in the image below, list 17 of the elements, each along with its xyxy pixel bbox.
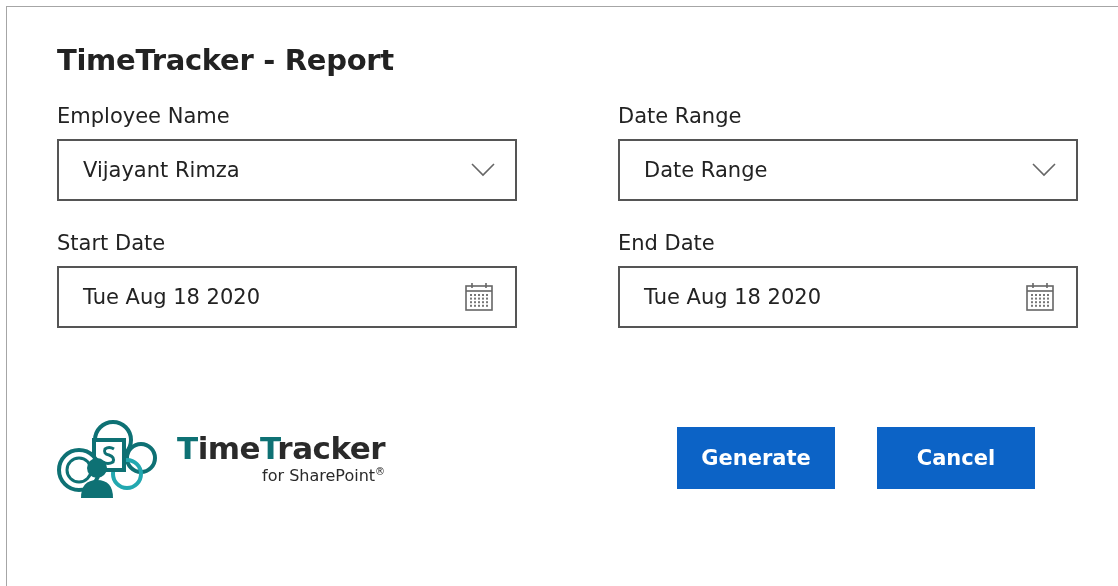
calendar-icon bbox=[463, 281, 495, 313]
field-label: Employee Name bbox=[57, 103, 230, 129]
date-field[interactable]: Tue Aug 18 2020 bbox=[618, 266, 1078, 328]
chevron-down-icon bbox=[1032, 163, 1056, 177]
logo-title: TimeTracker bbox=[177, 430, 386, 467]
generate-button[interactable]: Generate bbox=[677, 427, 835, 489]
dropdown-field[interactable]: Date Range bbox=[618, 139, 1078, 201]
logo-subtitle: for SharePoint$^{®}$ bbox=[262, 466, 386, 486]
dropdown-field[interactable]: Vijayant Rimza bbox=[57, 139, 517, 201]
chevron-down-icon bbox=[471, 163, 495, 177]
calendar-icon bbox=[1024, 281, 1056, 313]
dialog-title: TimeTracker - Report bbox=[57, 43, 395, 77]
field-label: Start Date bbox=[57, 230, 166, 256]
field-label: Date Range bbox=[618, 103, 742, 129]
field-label: End Date bbox=[618, 230, 715, 256]
cancel-button[interactable]: Cancel bbox=[877, 427, 1035, 489]
date-field[interactable]: Tue Aug 18 2020 bbox=[57, 266, 517, 328]
